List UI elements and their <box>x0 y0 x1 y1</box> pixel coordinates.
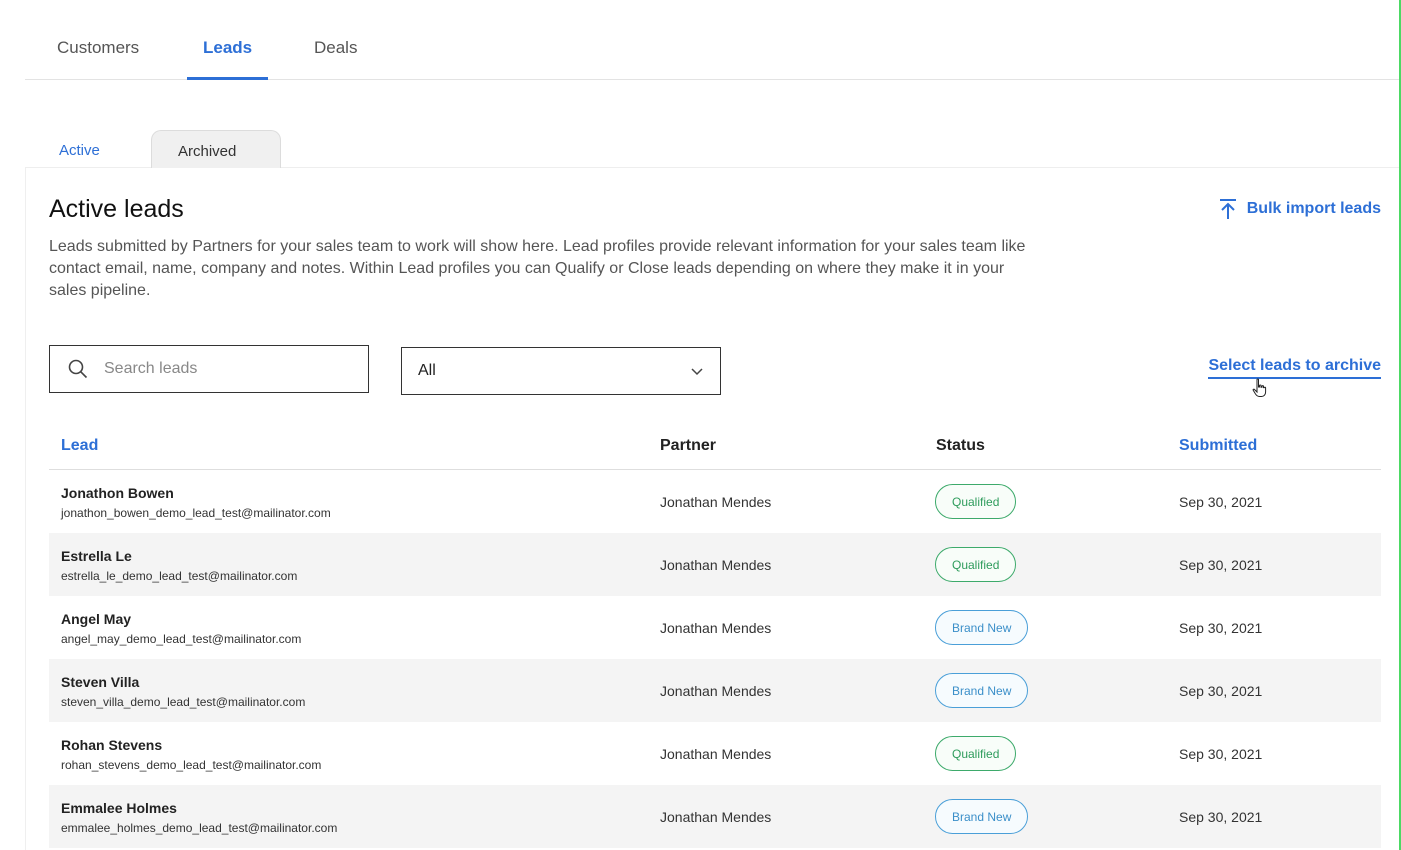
column-header-lead[interactable]: Lead <box>61 437 98 455</box>
lead-email: rohan_stevens_demo_lead_test@mailinator.… <box>61 758 322 772</box>
status-badge: Qualified <box>935 736 1017 771</box>
content-divider <box>25 168 26 850</box>
lead-submitted-date: Sep 30, 2021 <box>1179 683 1263 699</box>
lead-partner: Jonathan Mendes <box>660 494 772 510</box>
subtab-archived[interactable]: Archived <box>151 130 281 168</box>
lead-submitted-date: Sep 30, 2021 <box>1179 809 1263 825</box>
lead-email: angel_may_demo_lead_test@mailinator.com <box>61 632 302 646</box>
lead-name[interactable]: Estrella Le <box>61 548 132 564</box>
select-leads-to-archive-link[interactable]: Select leads to archive <box>1208 357 1381 379</box>
status-filter-value: All <box>418 362 436 379</box>
status-badge: Brand New <box>935 673 1029 708</box>
lead-email: emmalee_holmes_demo_lead_test@mailinator… <box>61 821 338 835</box>
search-box[interactable] <box>49 345 369 393</box>
page-title: Active leads <box>49 195 184 223</box>
lead-name[interactable]: Emmalee Holmes <box>61 800 177 816</box>
table-row[interactable]: Jonathon Bowen jonathon_bowen_demo_lead_… <box>49 470 1381 533</box>
chevron-down-icon <box>691 368 703 376</box>
sub-tab-bar: Active Archived <box>25 128 1399 168</box>
column-header-submitted[interactable]: Submitted <box>1179 437 1257 455</box>
lead-submitted-date: Sep 30, 2021 <box>1179 557 1263 573</box>
status-badge: Qualified <box>935 484 1017 519</box>
status-badge: Brand New <box>935 799 1029 834</box>
tab-customers[interactable]: Customers <box>57 38 139 80</box>
lead-partner: Jonathan Mendes <box>660 620 772 636</box>
top-tab-bar: Customers Leads Deals <box>25 0 1399 80</box>
table-row[interactable]: Angel May angel_may_demo_lead_test@maili… <box>49 596 1381 659</box>
lead-email: jonathon_bowen_demo_lead_test@mailinator… <box>61 506 331 520</box>
bulk-import-label: Bulk import leads <box>1246 200 1381 217</box>
lead-name[interactable]: Rohan Stevens <box>61 737 162 753</box>
status-badge: Qualified <box>935 547 1017 582</box>
subtab-active[interactable]: Active <box>59 142 100 159</box>
column-header-partner: Partner <box>660 437 717 454</box>
lead-name[interactable]: Angel May <box>61 611 131 627</box>
lead-partner: Jonathan Mendes <box>660 683 772 699</box>
lead-submitted-date: Sep 30, 2021 <box>1179 494 1263 510</box>
lead-submitted-date: Sep 30, 2021 <box>1179 746 1263 762</box>
lead-name[interactable]: Jonathon Bowen <box>61 485 174 501</box>
column-header-status: Status <box>936 437 985 454</box>
page-description: Leads submitted by Partners for your sal… <box>49 238 1026 299</box>
table-row[interactable]: Emmalee Holmes emmalee_holmes_demo_lead_… <box>49 785 1381 848</box>
page: Customers Leads Deals Active Archived Ac… <box>0 0 1401 850</box>
status-badge: Brand New <box>935 610 1029 645</box>
search-icon <box>68 359 88 379</box>
tab-leads[interactable]: Leads <box>186 38 269 80</box>
lead-name[interactable]: Steven Villa <box>61 674 139 690</box>
lead-partner: Jonathan Mendes <box>660 809 772 825</box>
upload-icon <box>1219 199 1236 219</box>
tab-deals[interactable]: Deals <box>314 38 357 80</box>
bulk-import-button[interactable]: Bulk import leads <box>1219 198 1381 220</box>
lead-email: estrella_le_demo_lead_test@mailinator.co… <box>61 569 298 583</box>
status-filter-select[interactable]: All <box>401 347 721 395</box>
lead-submitted-date: Sep 30, 2021 <box>1179 620 1263 636</box>
lead-partner: Jonathan Mendes <box>660 557 772 573</box>
hand-cursor-icon <box>1252 378 1267 397</box>
table-row[interactable]: Rohan Stevens rohan_stevens_demo_lead_te… <box>49 722 1381 785</box>
search-input[interactable] <box>104 360 344 378</box>
lead-email: steven_villa_demo_lead_test@mailinator.c… <box>61 695 306 709</box>
leads-table: Lead Partner Status Submitted Jonathon B… <box>49 426 1381 848</box>
lead-partner: Jonathan Mendes <box>660 746 772 762</box>
table-row[interactable]: Estrella Le estrella_le_demo_lead_test@m… <box>49 533 1381 596</box>
table-header: Lead Partner Status Submitted <box>49 426 1381 470</box>
table-body: Jonathon Bowen jonathon_bowen_demo_lead_… <box>49 470 1381 848</box>
table-row[interactable]: Steven Villa steven_villa_demo_lead_test… <box>49 659 1381 722</box>
